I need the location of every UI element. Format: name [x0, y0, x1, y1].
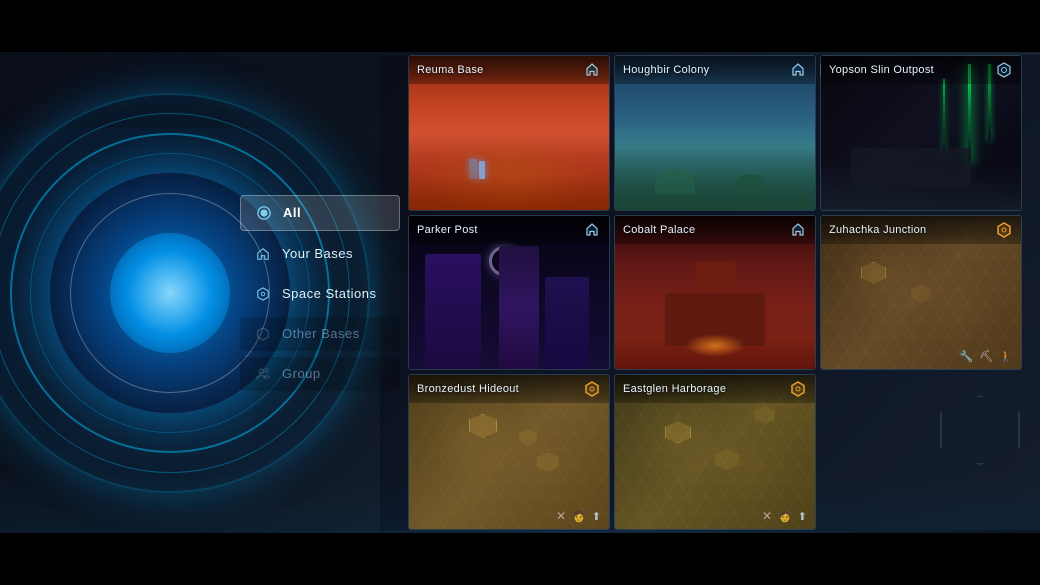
card-eastglen[interactable]: Eastglen Harborage ✕ 🧑 ⬆ [614, 374, 816, 530]
card-icon-houghbir [789, 61, 807, 79]
card-title-cobalt: Cobalt Palace [623, 224, 695, 236]
base-icon-parker [584, 222, 600, 238]
wrench-icon: 🔧 [960, 350, 974, 363]
card-title-bar-parker: Parker Post [409, 216, 609, 244]
station-icon-yopson [996, 62, 1012, 78]
card-actions-bronzedust: ✕ 🧑 ⬆ [556, 509, 601, 523]
card-title-bronzedust: Bronzedust Hideout [417, 383, 519, 395]
card-title-zuhachka: Zuhachka Junction [829, 224, 926, 236]
card-title-reuma: Reuma Base [417, 64, 484, 76]
house-icon [256, 247, 270, 261]
card-zuhachka[interactable]: Zuhachka Junction 🔧 ⛏ 🚶 [820, 215, 1022, 371]
all-icon [255, 204, 273, 222]
nav-item-other-bases[interactable]: Other Bases [240, 317, 400, 351]
card-icon-reuma [583, 61, 601, 79]
nav-label-all: All [283, 205, 301, 220]
bases-icon [254, 245, 272, 263]
hex-gold-icon-bronzedust [584, 381, 600, 397]
nav-menu: All Your Bases Space Stations Other Base… [240, 195, 400, 391]
card-icon-eastglen [789, 380, 807, 398]
card-actions-eastglen: ✕ 🧑 ⬆ [762, 509, 807, 523]
nav-item-space-stations[interactable]: Space Stations [240, 277, 400, 311]
nav-item-all[interactable]: All [240, 195, 400, 231]
base-icon-cobalt [790, 222, 806, 238]
card-bronzedust[interactable]: Bronzedust Hideout ✕ 🧑 ⬆ [408, 374, 610, 530]
other-bases-icon [254, 325, 272, 343]
nav-label-other-bases: Other Bases [282, 326, 360, 341]
hex-icon [256, 287, 270, 301]
card-title-bar-reuma: Reuma Base [409, 56, 609, 84]
card-title-bar-bronzedust: Bronzedust Hideout [409, 375, 609, 403]
card-parker[interactable]: Parker Post [408, 215, 610, 371]
holo-center [110, 233, 230, 353]
bottom-bar [0, 533, 1040, 585]
card-houghbir[interactable]: Houghbir Colony [614, 55, 816, 211]
nav-label-group: Group [282, 366, 321, 381]
card-icon-bronzedust [583, 380, 601, 398]
person3-icon: 🧑 [778, 510, 792, 523]
person2-icon: 🧑 [572, 510, 586, 523]
nav-item-group[interactable]: Group [240, 357, 400, 391]
card-title-bar-zuhachka: Zuhachka Junction [821, 216, 1021, 244]
card-title-houghbir: Houghbir Colony [623, 64, 709, 76]
card-reuma-base[interactable]: Reuma Base [408, 55, 610, 211]
nav3-icon: ⬆ [798, 510, 807, 523]
card-actions-zuhachka: 🔧 ⛏ 🚶 [960, 350, 1013, 363]
stations-icon [254, 285, 272, 303]
x-icon: ✕ [556, 509, 566, 523]
nav-label-space-stations: Space Stations [282, 286, 376, 301]
hex-gold-icon-eastglen [790, 381, 806, 397]
card-title-parker: Parker Post [417, 224, 478, 236]
card-title-bar-houghbir: Houghbir Colony [615, 56, 815, 84]
card-icon-cobalt [789, 221, 807, 239]
base-icon-reuma [584, 62, 600, 78]
pick-icon: ⛏ [979, 350, 993, 363]
base-icon-houghbir [790, 62, 806, 78]
hex-dim-icon [256, 327, 270, 341]
locations-grid: Reuma Base Houghbir Colony [408, 55, 1022, 530]
nav-label-your-bases: Your Bases [282, 246, 353, 261]
top-bar [0, 0, 1040, 52]
person-icon: 🚶 [999, 350, 1013, 363]
nav-item-your-bases[interactable]: Your Bases [240, 237, 400, 271]
card-title-bar-yopson: Yopson Slin Outpost [821, 56, 1021, 84]
nav2-icon: ⬆ [592, 510, 601, 523]
card-title-bar-eastglen: Eastglen Harborage [615, 375, 815, 403]
card-cobalt[interactable]: Cobalt Palace [614, 215, 816, 371]
card-title-bar-cobalt: Cobalt Palace [615, 216, 815, 244]
x2-icon: ✕ [762, 509, 772, 523]
card-yopson[interactable]: Yopson Slin Outpost [820, 55, 1022, 211]
card-title-eastglen: Eastglen Harborage [623, 383, 726, 395]
group-people-icon [256, 367, 270, 381]
card-icon-yopson [995, 61, 1013, 79]
card-icon-parker [583, 221, 601, 239]
card-icon-zuhachka [995, 221, 1013, 239]
group-icon [254, 365, 272, 383]
hex-gold-icon-zuhachka [996, 222, 1012, 238]
radio-icon [257, 206, 271, 220]
card-title-yopson: Yopson Slin Outpost [829, 64, 934, 76]
